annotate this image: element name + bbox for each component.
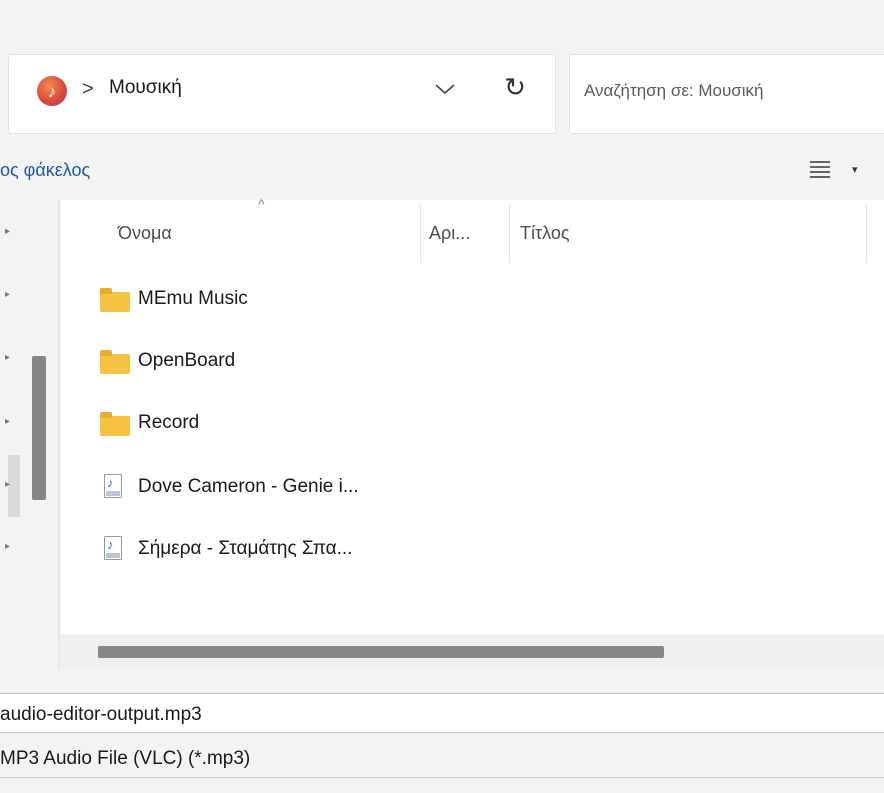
folder-icon: [100, 412, 130, 436]
column-divider[interactable]: [509, 203, 510, 263]
refresh-button[interactable]: ↻: [498, 70, 532, 104]
music-library-icon: ♪: [37, 76, 67, 106]
navigation-pane: [0, 200, 60, 670]
breadcrumb-separator[interactable]: >: [82, 78, 94, 101]
horizontal-scrollbar[interactable]: [98, 646, 664, 658]
column-divider[interactable]: [420, 203, 421, 263]
column-header-name[interactable]: Όνομα: [118, 223, 172, 244]
file-list: [61, 200, 884, 670]
nav-expand-icon[interactable]: ▸: [5, 541, 10, 552]
audio-file-icon: ♪: [100, 536, 130, 560]
folder-icon: [100, 288, 130, 312]
column-divider[interactable]: [866, 203, 867, 263]
window-top-strip: [0, 0, 884, 40]
list-item[interactable]: OpenBoard: [138, 350, 235, 372]
list-item[interactable]: MEmu Music: [138, 288, 248, 310]
search-input[interactable]: Αναζήτηση σε: Μουσική: [584, 81, 764, 101]
view-options-icon: [810, 161, 830, 178]
file-type-value[interactable]: MP3 Audio File (VLC) (*.mp3): [0, 748, 250, 770]
chevron-down-icon: [435, 84, 455, 95]
list-item[interactable]: Dove Cameron - Genie i...: [138, 476, 359, 498]
column-header-title[interactable]: Τίτλος: [520, 223, 570, 244]
nav-expand-icon[interactable]: ▸: [5, 352, 10, 363]
nav-expand-icon[interactable]: ▸: [5, 479, 10, 490]
pane-divider[interactable]: [58, 200, 60, 670]
view-options-button[interactable]: [808, 158, 832, 180]
refresh-icon: ↻: [504, 72, 526, 102]
folder-icon: [100, 350, 130, 374]
list-item[interactable]: Record: [138, 412, 199, 434]
view-options-dropdown[interactable]: ▾: [852, 163, 858, 176]
audio-file-icon: ♪: [100, 474, 130, 498]
new-folder-button[interactable]: ος φάκελος: [0, 160, 90, 181]
file-name-input[interactable]: audio-editor-output.mp3: [0, 704, 202, 726]
nav-expand-icon[interactable]: ▸: [5, 289, 10, 300]
breadcrumb-music[interactable]: Μουσική: [109, 77, 182, 99]
nav-expand-icon[interactable]: ▸: [5, 416, 10, 427]
column-header-number[interactable]: Αρι...: [429, 223, 470, 244]
nav-expand-icon[interactable]: ▸: [5, 226, 10, 237]
address-history-dropdown[interactable]: [430, 74, 460, 104]
sort-ascending-icon: ^: [258, 196, 265, 212]
list-item[interactable]: Σήμερα - Σταμάτης Σπα...: [138, 538, 352, 560]
nav-scrollbar[interactable]: [32, 356, 46, 500]
